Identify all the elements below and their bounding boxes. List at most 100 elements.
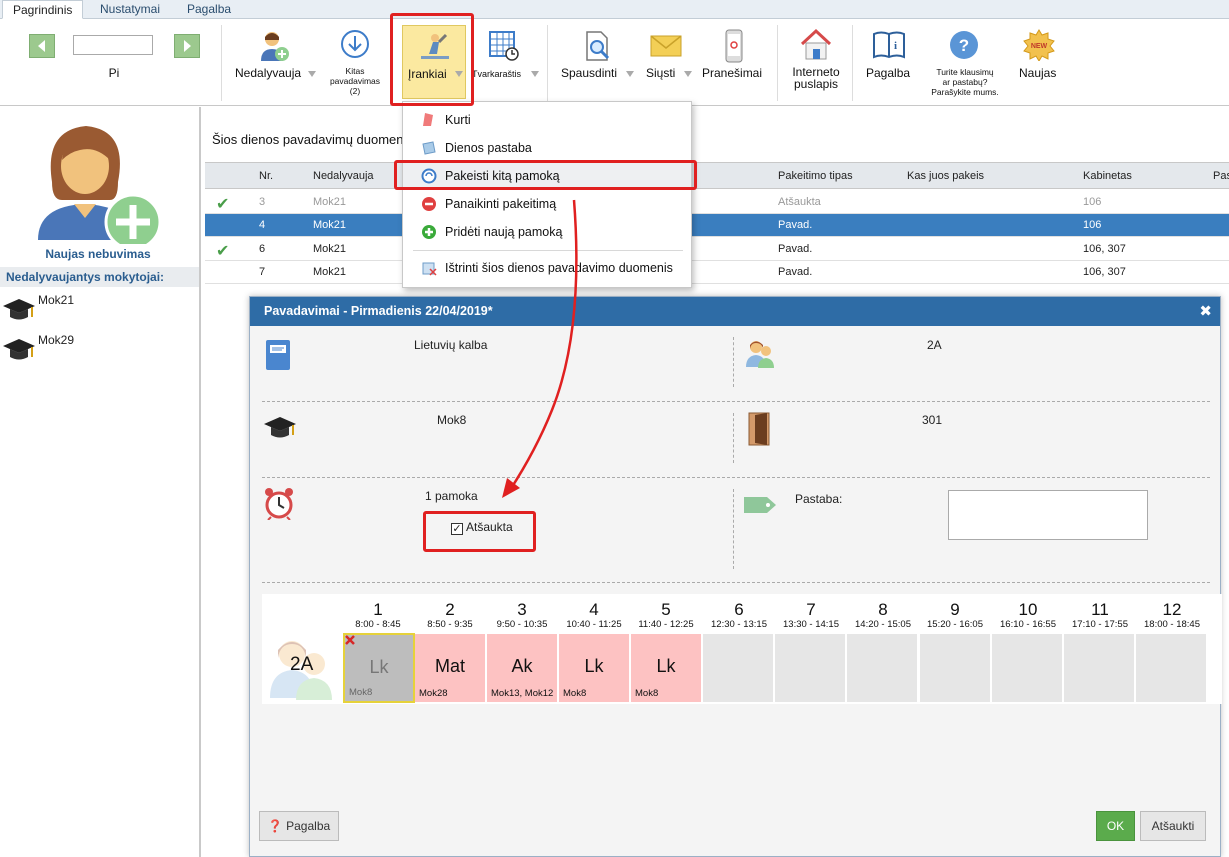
previous-day-button[interactable]: [29, 34, 55, 58]
col-pakeitimo-tipas[interactable]: Pakeitimo tipas: [778, 170, 853, 182]
cell-subject: Ak: [511, 656, 533, 676]
cell-teacher: Mok8: [563, 688, 587, 699]
timetable-cell-empty[interactable]: [775, 634, 846, 702]
menu-item-dienos-pastaba[interactable]: Dienos pastaba: [403, 135, 691, 161]
timetable-cell[interactable]: Ak Mok13, Mok12: [487, 634, 558, 702]
cancel-button[interactable]: Atšaukti: [1140, 811, 1206, 841]
nedalyvauja-button[interactable]: Nedalyvauja: [235, 66, 301, 80]
naujas-button[interactable]: Naujas: [1019, 66, 1056, 80]
row-nr: 7: [259, 266, 266, 278]
tvarkarastis-dropdown-caret[interactable]: [531, 71, 539, 77]
download-arrow-icon[interactable]: [340, 29, 370, 59]
timetable-cell[interactable]: Lk Mok8: [559, 634, 630, 702]
new-absence-link[interactable]: Naujas nebuvimas: [0, 247, 196, 261]
tab-pagalba[interactable]: Pagalba: [177, 0, 241, 19]
timetable-grid-icon[interactable]: [488, 30, 520, 62]
timetable-cell-empty[interactable]: [920, 634, 991, 702]
envelope-icon[interactable]: [650, 34, 682, 58]
minus-circle-icon: [422, 197, 436, 211]
siusti-button[interactable]: Siųsti: [646, 66, 675, 80]
timetable-cell-empty[interactable]: [703, 634, 774, 702]
timetable-cell-empty[interactable]: [1064, 634, 1135, 702]
interneto-puslapis-button[interactable]: Interneto puslapis: [784, 66, 848, 90]
row-type: Pavad.: [778, 219, 813, 231]
period-header: 12 18:00 - 18:45: [1144, 600, 1200, 630]
cell-teacher: Mok8: [635, 688, 659, 699]
tvarkarastis-button[interactable]: Tvarkaraštis: [472, 69, 521, 79]
row-nr: 3: [259, 196, 266, 208]
new-badge-text: NEW: [1031, 43, 1048, 50]
row-teacher: Mok21: [313, 219, 347, 231]
absent-teacher-name: Mok29: [38, 333, 75, 347]
graduation-cap-icon: [3, 299, 35, 320]
next-day-button[interactable]: [174, 34, 200, 58]
question-icon[interactable]: ?: [949, 30, 979, 60]
timetable-cell-empty[interactable]: [847, 634, 918, 702]
nedalyvauja-dropdown-caret[interactable]: [308, 71, 316, 77]
timetable-cell-cancelled[interactable]: Lk Mok8: [343, 633, 415, 703]
absent-teacher-item[interactable]: Mok29: [2, 333, 192, 369]
delete-data-icon: [422, 262, 437, 276]
kitas-pavadavimas-button[interactable]: Kitas pavadavimas (2): [320, 66, 390, 96]
timetable-cell[interactable]: Mat Mok28: [415, 634, 486, 702]
help-button[interactable]: ❓ Pagalba: [259, 811, 339, 841]
row-room: 106, 307: [1083, 243, 1126, 255]
col-kabinetas[interactable]: Kabinetas: [1083, 170, 1132, 182]
tab-pagrindinis[interactable]: Pagrindinis: [2, 0, 84, 19]
note-textarea[interactable]: [948, 490, 1148, 540]
row-teacher: Mok21: [313, 243, 347, 255]
timetable-cell-empty[interactable]: [1136, 634, 1207, 702]
klausimai-line2: ar pastabų?: [942, 77, 988, 87]
annotation-highlight-menu-item: [394, 160, 697, 190]
col-kas-pakeis[interactable]: Kas juos pakeis: [907, 170, 984, 182]
table-row-selected[interactable]: 4 Mok21 Pavad. 106: [205, 214, 1229, 237]
table-row[interactable]: ✔ 6 Mok21 Pavad. 106, 307: [205, 238, 1229, 261]
day-label: Pi: [108, 66, 120, 80]
print-preview-icon[interactable]: [583, 30, 613, 62]
row-nr: 6: [259, 243, 266, 255]
col-nedalyvauja[interactable]: Nedalyvauja: [313, 170, 374, 182]
timetable-cell-empty[interactable]: [992, 634, 1063, 702]
mobile-phone-icon[interactable]: [725, 29, 743, 63]
klausimai-button[interactable]: Turite klausimų ar pastabų? Parašykite m…: [924, 67, 1006, 97]
date-input[interactable]: [73, 35, 153, 55]
ok-button[interactable]: OK: [1096, 811, 1135, 841]
row-room: 106: [1083, 196, 1102, 208]
cell-teacher: Mok8: [349, 687, 373, 698]
absent-teacher-item[interactable]: Mok21: [2, 293, 192, 329]
spausdinti-dropdown-caret[interactable]: [626, 71, 634, 77]
graduation-cap-icon: [3, 339, 35, 360]
absent-teacher-name: Mok21: [38, 293, 75, 307]
help-book-icon[interactable]: i: [872, 30, 906, 60]
period-header: 11 17:10 - 17:55: [1072, 600, 1128, 630]
new-badge-icon[interactable]: NEW: [1023, 29, 1055, 61]
table-row[interactable]: ✔ 3 Mok21 Atšaukta 106: [205, 191, 1229, 214]
pranesimai-button[interactable]: Pranešimai: [702, 66, 762, 80]
door-icon: [748, 412, 770, 446]
check-icon: ✔: [216, 243, 230, 260]
home-icon[interactable]: [799, 28, 833, 62]
spausdinti-button[interactable]: Spausdinti: [561, 66, 617, 80]
cell-subject: Mat: [434, 656, 465, 676]
pagalba-button[interactable]: Pagalba: [866, 66, 910, 80]
svg-text:?: ?: [959, 36, 969, 55]
col-extra[interactable]: Pas: [1213, 170, 1229, 182]
row-nr: 4: [259, 219, 266, 231]
ribbon-toolbar: Pi Nedalyvauja Kitas pavadavimas (2) Įra…: [0, 19, 1229, 106]
page-title: Šios dienos pavadavimų duomeny: [212, 132, 411, 147]
left-sidebar: Naujas nebuvimas Nedalyvaujantys mokytoj…: [0, 107, 201, 857]
period-header: 10 16:10 - 16:55: [1000, 600, 1056, 630]
cell-teacher: Mok13, Mok12: [491, 688, 554, 699]
menu-item-kurti[interactable]: Kurti: [403, 107, 691, 133]
col-nr[interactable]: Nr.: [259, 170, 273, 182]
new-absence-avatar-icon[interactable]: [36, 120, 164, 244]
absent-teacher-icon[interactable]: [257, 29, 291, 63]
close-icon[interactable]: ✖: [1199, 297, 1212, 326]
tab-nustatymai[interactable]: Nustatymai: [90, 0, 170, 19]
arrow-left-icon: [38, 40, 45, 52]
table-row[interactable]: 7 Mok21 Pavad. 106, 307: [205, 261, 1229, 284]
kitas-line2: pavadavimas: [329, 76, 381, 86]
siusti-dropdown-caret[interactable]: [684, 71, 692, 77]
note-icon: [422, 141, 436, 155]
timetable-cell[interactable]: Lk Mok8: [631, 634, 702, 702]
